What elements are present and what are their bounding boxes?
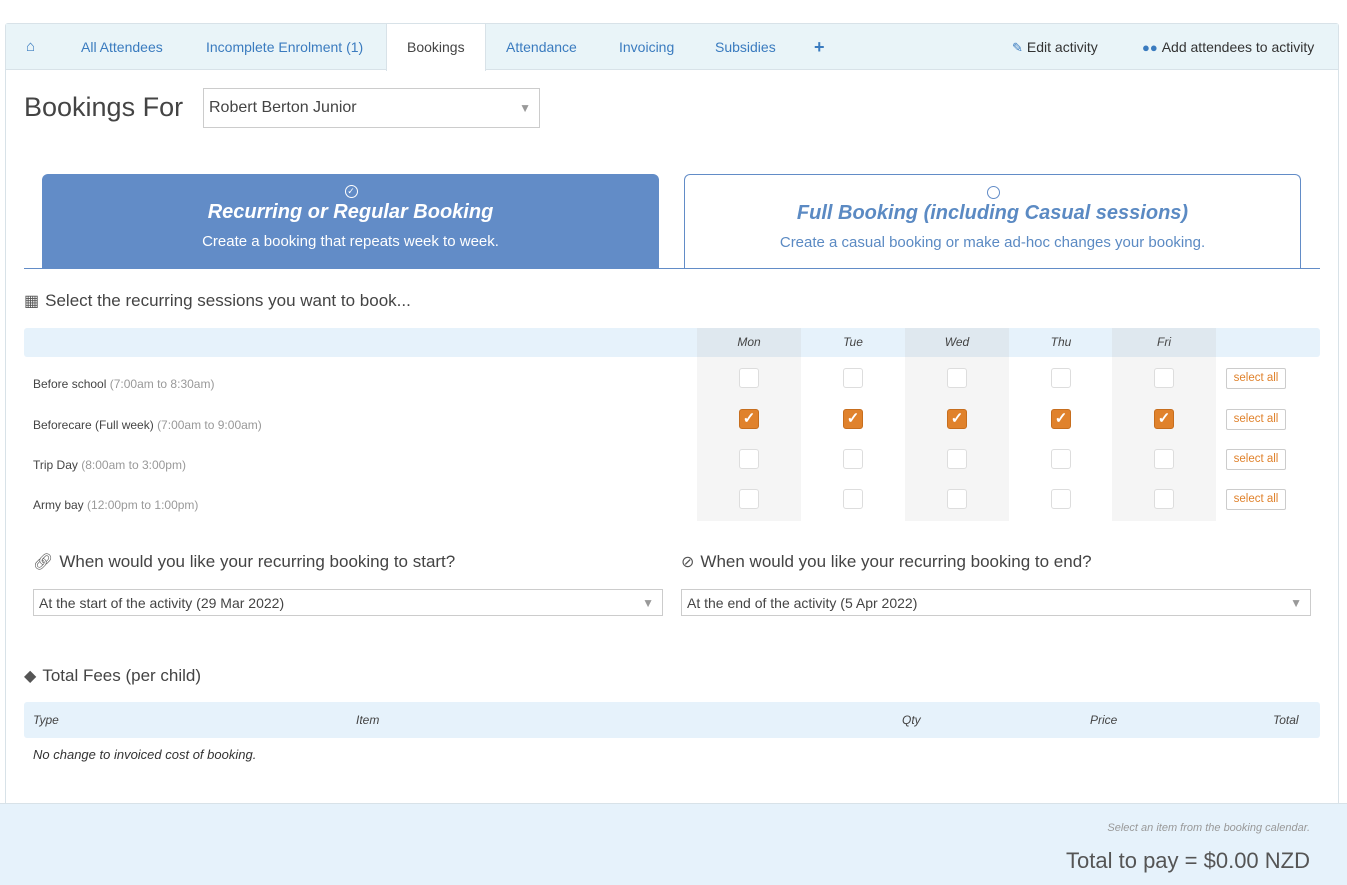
start-question-text: When would you like your recurring booki…	[59, 552, 456, 571]
session-checkbox[interactable]	[947, 489, 967, 509]
session-checkbox[interactable]	[947, 449, 967, 469]
fees-col-qty: Qty	[902, 713, 921, 727]
session-checkbox[interactable]: ✓	[843, 409, 863, 429]
tags-icon: ◆	[24, 668, 37, 685]
home-icon: ⌂	[26, 38, 36, 55]
day-header: Thu	[1050, 335, 1072, 349]
edit-activity-button[interactable]: ✎ Edit activity	[1012, 24, 1098, 70]
end-question: ⊘ When would you like your recurring book…	[681, 552, 1092, 572]
add-attendees-label: Add attendees to activity	[1161, 39, 1315, 55]
tab-all-attendees[interactable]: All Attendees	[81, 24, 163, 70]
edit-activity-label: Edit activity	[1026, 39, 1098, 55]
sessions-section-title: ▦ Select the recurring sessions you want …	[24, 291, 411, 311]
tab-bar: ⌂ All Attendees Incomplete Enrolment (1)…	[6, 24, 1338, 71]
person-select[interactable]: Robert Berton Junior ▼	[203, 88, 540, 128]
tab-subsidies[interactable]: Subsidies	[715, 24, 776, 70]
footer-bar: Select an item from the booking calendar…	[0, 803, 1347, 885]
session-checkbox[interactable]	[843, 368, 863, 388]
session-name: Beforecare (Full week)	[33, 418, 154, 432]
fees-empty-message: No change to invoiced cost of booking.	[33, 747, 257, 762]
fees-title-text: Total Fees (per child)	[42, 666, 202, 685]
session-checkbox[interactable]	[739, 489, 759, 509]
option-divider	[24, 268, 1320, 269]
end-select[interactable]: At the end of the activity (5 Apr 2022) …	[681, 589, 1311, 616]
session-name: Before school	[33, 377, 107, 391]
recurring-booking-title: Recurring or Regular Booking	[207, 201, 494, 223]
session-time: (7:00am to 9:00am)	[157, 418, 262, 432]
radio-unchecked-icon	[986, 186, 1000, 199]
session-checkbox[interactable]: ✓	[947, 409, 967, 429]
add-tab-button[interactable]: +	[814, 24, 825, 70]
total-to-pay: Total to pay = $0.00 NZD	[1066, 848, 1310, 873]
sessions-title-text: Select the recurring sessions you want t…	[45, 291, 411, 310]
session-time: (8:00am to 3:00pm)	[81, 458, 186, 472]
select-all-button[interactable]: select all	[1226, 449, 1286, 470]
end-select-value: At the end of the activity (5 Apr 2022)	[687, 594, 918, 611]
radio-checked-icon: ✓	[344, 185, 358, 198]
tab-home[interactable]: ⌂	[26, 24, 35, 70]
page-title: Bookings For	[24, 92, 184, 122]
session-checkbox[interactable]: ✓	[1051, 409, 1071, 429]
session-row-label: Army bay (12:00pm to 1:00pm)	[33, 498, 198, 512]
fees-section-title: ◆ Total Fees (per child)	[24, 666, 201, 686]
session-time: (12:00pm to 1:00pm)	[87, 498, 199, 512]
recurring-booking-option[interactable]: ✓ Recurring or Regular Booking Create a …	[42, 174, 659, 268]
session-name: Trip Day	[33, 458, 78, 472]
recurring-booking-subtitle: Create a booking that repeats week to we…	[202, 233, 499, 250]
session-checkbox[interactable]	[1154, 368, 1174, 388]
session-row-label: Beforecare (Full week) (7:00am to 9:00am…	[33, 418, 262, 432]
day-header: Fri	[1112, 328, 1216, 357]
person-select-value: Robert Berton Junior	[209, 99, 357, 116]
day-header: Mon	[697, 328, 801, 357]
session-checkbox[interactable]	[1051, 368, 1071, 388]
session-name: Army bay	[33, 498, 84, 512]
fees-col-total: Total	[1273, 713, 1299, 727]
start-select-value: At the start of the activity (29 Mar 202…	[39, 594, 285, 611]
session-row-label: Trip Day (8:00am to 3:00pm)	[33, 458, 186, 472]
footer-hint: Select an item from the booking calendar…	[1107, 822, 1310, 834]
end-question-text: When would you like your recurring booki…	[700, 552, 1092, 571]
session-checkbox[interactable]	[843, 449, 863, 469]
unlink-icon: ⊘	[681, 554, 695, 571]
day-header: Tue	[843, 335, 863, 349]
select-all-button[interactable]: select all	[1226, 368, 1286, 389]
fees-table-header: Type Item Qty Price Total	[24, 702, 1320, 738]
chevron-down-icon: ▼	[1290, 595, 1302, 610]
day-header: Wed	[905, 328, 1009, 357]
chevron-down-icon: ▼	[519, 101, 531, 115]
chevron-down-icon: ▼	[642, 595, 654, 610]
session-row-label: Before school (7:00am to 8:30am)	[33, 377, 214, 391]
session-checkbox[interactable]	[947, 368, 967, 388]
select-all-button[interactable]: select all	[1226, 489, 1286, 510]
calendar-icon: ▦	[24, 293, 40, 310]
session-checkbox[interactable]	[739, 368, 759, 388]
session-checkbox[interactable]	[1051, 489, 1071, 509]
session-time: (7:00am to 8:30am)	[109, 377, 215, 391]
pencil-icon: ✎	[1012, 40, 1023, 55]
session-checkbox[interactable]	[1154, 449, 1174, 469]
session-checkbox[interactable]: ✓	[1154, 409, 1174, 429]
full-booking-title: Full Booking (including Casual sessions)	[796, 202, 1189, 224]
link-icon: 🔗︎	[33, 554, 54, 571]
tab-invoicing[interactable]: Invoicing	[619, 24, 674, 70]
tab-incomplete-enrolment[interactable]: Incomplete Enrolment (1)	[206, 24, 363, 70]
start-question: 🔗︎ When would you like your recurring boo…	[33, 552, 455, 572]
full-booking-option[interactable]: Full Booking (including Casual sessions)…	[684, 174, 1301, 268]
session-checkbox[interactable]	[843, 489, 863, 509]
full-booking-subtitle: Create a casual booking or make ad-hoc c…	[779, 234, 1206, 251]
fees-col-price: Price	[1090, 713, 1118, 727]
session-checkbox[interactable]	[1154, 489, 1174, 509]
fees-col-type: Type	[33, 713, 59, 727]
tab-attendance[interactable]: Attendance	[506, 24, 577, 70]
session-checkbox[interactable]	[739, 449, 759, 469]
start-select[interactable]: At the start of the activity (29 Mar 202…	[33, 589, 663, 616]
tab-bookings[interactable]: Bookings	[386, 24, 486, 71]
session-checkbox[interactable]: ✓	[739, 409, 759, 429]
fees-col-item: Item	[356, 713, 380, 727]
add-attendees-button[interactable]: ●● Add attendees to activity	[1142, 24, 1314, 70]
select-all-button[interactable]: select all	[1226, 409, 1286, 430]
users-icon: ●●	[1142, 40, 1158, 55]
session-checkbox[interactable]	[1051, 449, 1071, 469]
